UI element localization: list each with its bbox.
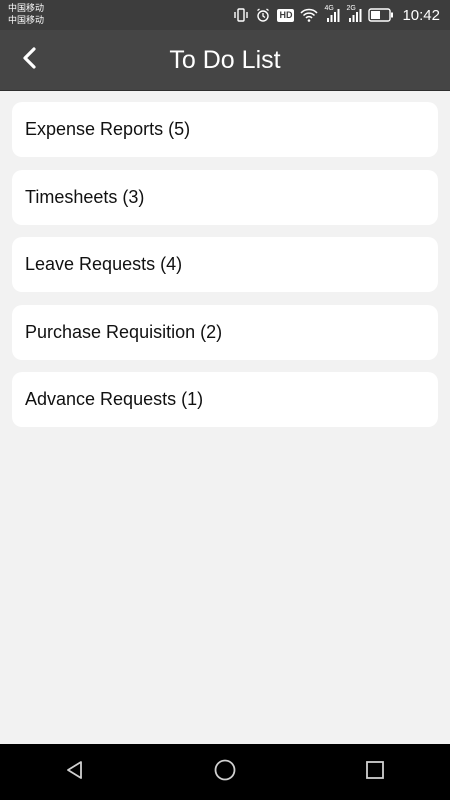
wifi-icon — [300, 7, 318, 23]
carrier-1-label: 中国移动 — [8, 3, 45, 13]
todo-item-advance-requests[interactable]: Advance Requests (1) — [12, 372, 438, 427]
todo-item-label: Expense Reports (5) — [25, 119, 191, 139]
net-2-label: 2G — [346, 5, 356, 12]
todo-item-label: Leave Requests (4) — [25, 254, 183, 274]
recents-square-icon — [365, 760, 385, 785]
todo-item-purchase-requisition[interactable]: Purchase Requisition (2) — [12, 304, 438, 360]
carrier-labels: 中国移动 中国移动 — [8, 2, 44, 26]
status-icons: HD 4G 2G 10:42 — [233, 0, 440, 30]
nav-recents-button[interactable] — [345, 744, 405, 800]
signal-2g-icon: 2G — [346, 5, 362, 23]
todo-item-expense-reports[interactable]: Expense Reports (5) — [12, 102, 438, 157]
todo-item-label: Timesheets (3) — [25, 186, 145, 207]
status-bar: 中国移动 中国移动 HD 4G 2G 10:42 — [0, 0, 450, 30]
alarm-icon — [255, 7, 271, 23]
signal-4g-icon: 4G — [324, 5, 340, 23]
todo-list: Expense Reports (5) Timesheets (3) Leave… — [12, 102, 438, 440]
battery-icon — [368, 8, 394, 22]
net-1-label: 4G — [324, 5, 334, 12]
home-circle-icon — [213, 758, 237, 787]
todo-item-label: Advance Requests (1) — [25, 389, 204, 409]
system-nav-bar — [0, 744, 450, 800]
back-triangle-icon — [64, 759, 86, 786]
back-button[interactable] — [14, 44, 46, 76]
status-time: 10:42 — [402, 6, 440, 24]
carrier-2-label: 中国移动 — [8, 15, 45, 25]
todo-item-timesheets[interactable]: Timesheets (3) — [12, 169, 438, 225]
chevron-left-icon — [20, 46, 40, 74]
page-title: To Do List — [169, 45, 281, 74]
vibrate-icon — [233, 7, 249, 23]
nav-home-button[interactable] — [195, 744, 255, 800]
app-bar: To Do List — [0, 30, 450, 91]
hd-icon: HD — [277, 8, 295, 22]
nav-back-button[interactable] — [45, 744, 105, 800]
todo-item-leave-requests[interactable]: Leave Requests (4) — [12, 237, 438, 292]
hd-label: HD — [279, 9, 293, 20]
todo-item-label: Purchase Requisition (2) — [25, 321, 223, 342]
